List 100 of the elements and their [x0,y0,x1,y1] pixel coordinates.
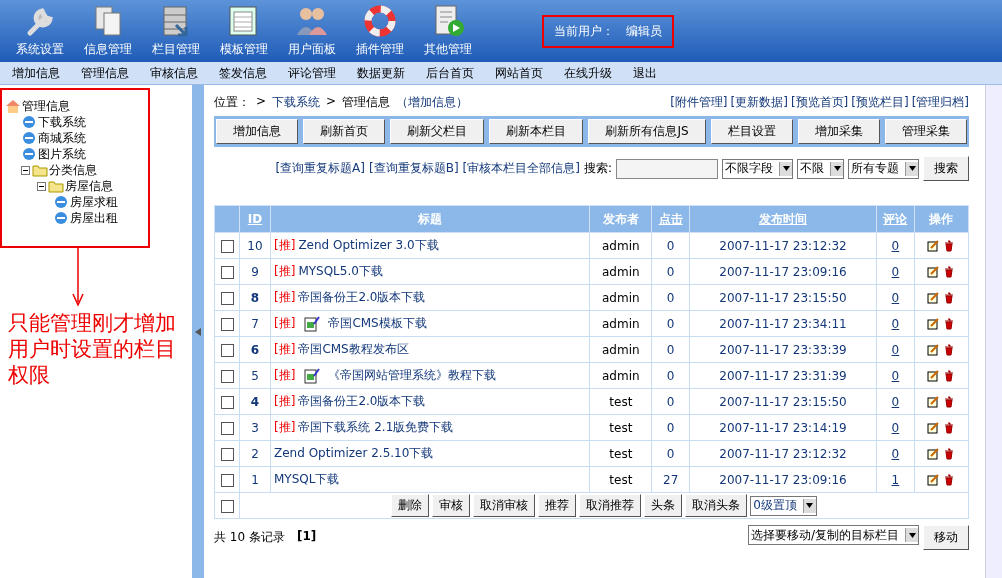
caret-icon[interactable] [833,166,841,171]
edit-icon[interactable] [927,292,940,304]
toolbar-button[interactable]: 用户面板 [278,3,346,62]
action-button[interactable]: 刷新父栏目 [390,119,485,144]
filter-dropdown[interactable]: 不限字段 [722,158,793,179]
nav-link[interactable]: 签发信息 [219,64,267,82]
nav-link[interactable]: 后台首页 [426,64,474,82]
target-column-dropdown[interactable]: 选择要移动/复制的目标栏目 [747,525,919,545]
edit-icon[interactable] [927,422,940,434]
title-link[interactable]: MYSQL下载 [274,472,340,486]
comments-link[interactable]: 0 [891,394,900,409]
query-link[interactable]: [审核本栏目全部信息] [462,160,580,177]
toolbar-button[interactable]: 信息管理 [74,3,142,62]
trash-icon[interactable] [943,474,956,486]
row-checkbox[interactable] [220,395,234,409]
edit-icon[interactable] [927,448,940,460]
trash-icon[interactable] [943,266,956,278]
query-link[interactable]: [查询重复标题A] [275,160,365,177]
nav-link[interactable]: 评论管理 [288,64,336,82]
title-link[interactable]: 帝国备份王2.0版本下载 [298,394,426,408]
tree-item[interactable]: 房屋信息 [65,177,113,195]
row-checkbox[interactable] [220,265,234,279]
breadcrumb-link[interactable]: 下载系统 [272,93,321,111]
nav-link[interactable]: 在线升级 [564,64,612,82]
row-checkbox[interactable] [220,447,234,461]
tree-item[interactable]: 图片系统 [38,145,86,163]
search-button[interactable]: 搜索 [923,156,969,181]
title-link[interactable]: 帝国CMS教程发布区 [298,342,409,356]
edit-icon[interactable] [927,396,940,408]
row-checkbox[interactable] [220,317,234,331]
select-all-checkbox[interactable] [220,499,234,513]
search-field[interactable] [616,158,718,179]
edit-icon[interactable] [927,344,940,356]
title-link[interactable]: 帝国CMS模板下载 [328,316,427,330]
comments-link[interactable]: 0 [891,368,900,383]
trash-icon[interactable] [943,240,956,252]
title-link[interactable]: 《帝国网站管理系统》教程下载 [328,368,497,382]
caret-icon[interactable] [806,503,814,508]
action-button[interactable]: 刷新首页 [303,119,386,144]
nav-link[interactable]: 管理信息 [81,64,129,82]
nav-link[interactable]: 审核信息 [150,64,198,82]
nav-link[interactable]: 退出 [633,64,657,82]
tree-item[interactable]: 房屋求租 [70,193,118,211]
trash-icon[interactable] [943,422,956,434]
trash-icon[interactable] [943,292,956,304]
trash-icon[interactable] [943,448,956,460]
nav-link[interactable]: 网站首页 [495,64,543,82]
move-button[interactable]: 移动 [923,525,969,550]
add-info-link[interactable]: （增加信息） [396,93,469,111]
lifebuoy-icon[interactable] [362,3,398,39]
bulk-action-button[interactable]: 推荐 [538,494,577,517]
top-link[interactable]: [附件管理] [670,93,728,111]
action-button[interactable]: 刷新本栏目 [489,119,584,144]
page-number[interactable]: [1] [296,529,317,546]
caret-icon[interactable] [908,166,916,171]
bulk-action-button[interactable]: 审核 [432,494,471,517]
top-link[interactable]: [预览首页] [790,93,849,111]
comments-link[interactable]: 0 [891,238,900,253]
filter-dropdown[interactable]: 所有专题 [848,158,919,179]
action-button[interactable]: 刷新所有信息JS [588,119,706,144]
comments-link[interactable]: 0 [891,290,900,305]
edit-icon[interactable] [927,266,940,278]
bulk-action-button[interactable]: 取消头条 [685,494,748,517]
bulk-action-button[interactable]: 头条 [644,494,683,517]
query-link[interactable]: [查询重复标题B] [368,160,459,177]
top-level-dropdown[interactable]: 0级置顶 [750,495,817,516]
caret-icon[interactable] [908,532,916,538]
tree-item[interactable]: 管理信息 [22,97,70,115]
row-checkbox[interactable] [220,369,234,383]
tree-item[interactable]: 房屋出租 [70,209,118,227]
nav-link[interactable]: 数据更新 [357,64,405,82]
top-link[interactable]: [更新数据] [730,93,788,111]
trash-icon[interactable] [943,396,956,408]
toolbar-button[interactable]: 系统设置 [6,3,74,62]
edit-icon[interactable] [927,240,940,252]
comments-link[interactable]: 1 [891,472,900,487]
edit-icon[interactable] [927,370,940,382]
comments-link[interactable]: 0 [891,420,900,435]
action-button[interactable]: 管理采集 [884,119,968,144]
top-link[interactable]: [预览栏目] [851,93,909,111]
comments-link[interactable]: 0 [891,316,900,331]
tree-item[interactable]: 下载系统 [38,113,86,131]
bulk-action-button[interactable]: 取消推荐 [579,494,642,517]
comments-link[interactable]: 0 [891,446,900,461]
bulk-action-button[interactable]: 删除 [391,494,430,517]
action-button[interactable]: 增加信息 [216,119,299,144]
top-link[interactable]: [管理归档] [911,93,969,111]
collapse-toggle-icon[interactable] [21,165,30,175]
trash-icon[interactable] [943,318,956,330]
row-checkbox[interactable] [220,421,234,435]
title-link[interactable]: 帝国备份王2.0版本下载 [298,290,426,304]
action-button[interactable]: 栏目设置 [710,119,793,144]
nav-link[interactable]: 增加信息 [12,64,60,82]
filter-dropdown[interactable]: 不限 [797,158,844,179]
edit-icon[interactable] [927,318,940,330]
row-checkbox[interactable] [220,291,234,305]
row-checkbox[interactable] [220,343,234,357]
toolbar-button[interactable]: 插件管理 [346,3,414,62]
tree-item[interactable]: 分类信息 [49,161,97,179]
comments-link[interactable]: 0 [891,342,900,357]
